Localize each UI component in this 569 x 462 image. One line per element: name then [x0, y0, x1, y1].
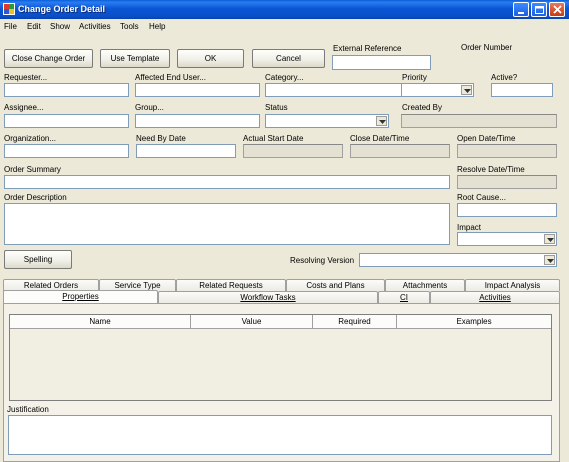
- tab-workflow-tasks[interactable]: Workflow Tasks: [158, 291, 378, 303]
- close-change-order-button[interactable]: Close Change Order: [4, 49, 93, 68]
- justification-textarea[interactable]: [8, 415, 552, 455]
- active-label: Active?: [491, 73, 518, 82]
- root-cause-label[interactable]: Root Cause...: [457, 193, 506, 202]
- column-header-required[interactable]: Required: [313, 315, 397, 329]
- minimize-button[interactable]: [513, 2, 529, 17]
- group-field[interactable]: [135, 114, 260, 128]
- window-title: Change Order Detail: [18, 4, 106, 14]
- justification-label: Justification: [7, 405, 49, 414]
- title-bar: Change Order Detail: [0, 0, 569, 19]
- impact-label: Impact: [457, 223, 482, 232]
- impact-dropdown[interactable]: [457, 232, 557, 246]
- external-reference-label: External Reference: [333, 44, 402, 53]
- tab-activities[interactable]: Activities: [430, 291, 560, 303]
- menu-tools[interactable]: Tools: [120, 22, 139, 31]
- organization-label[interactable]: Organization...: [4, 134, 56, 143]
- column-header-examples[interactable]: Examples: [397, 315, 551, 329]
- created-by-label: Created By: [402, 103, 443, 112]
- tab-impact-analysis[interactable]: Impact Analysis: [465, 279, 560, 291]
- chevron-down-icon[interactable]: [544, 255, 555, 265]
- maximize-button[interactable]: [531, 2, 547, 17]
- order-number-label: Order Number: [461, 43, 513, 52]
- tab-ci[interactable]: CI: [378, 291, 430, 303]
- close-icon: [553, 5, 562, 14]
- active-field[interactable]: [491, 83, 553, 97]
- cancel-button[interactable]: Cancel: [252, 49, 325, 68]
- chevron-down-icon[interactable]: [461, 85, 472, 95]
- app-icon: [3, 3, 15, 15]
- root-cause-field[interactable]: [457, 203, 557, 217]
- menu-file[interactable]: File: [4, 22, 17, 31]
- resolve-date-time-label: Resolve Date/Time: [457, 165, 525, 174]
- tab-costs-and-plans[interactable]: Costs and Plans: [286, 279, 385, 291]
- column-header-value[interactable]: Value: [191, 315, 313, 329]
- resolve-date-time-field: [457, 175, 557, 189]
- actual-start-date-label: Actual Start Date: [243, 134, 304, 143]
- maximize-icon: [535, 6, 544, 14]
- column-header-name[interactable]: Name: [10, 315, 191, 329]
- close-window-button[interactable]: [549, 2, 565, 17]
- chevron-down-icon[interactable]: [544, 234, 555, 244]
- category-label[interactable]: Category...: [265, 73, 304, 82]
- tab-properties[interactable]: Properties: [3, 290, 158, 303]
- requester-field[interactable]: [4, 83, 129, 97]
- actual-start-date-field: [243, 144, 343, 158]
- tab-ci-label: CI: [400, 293, 408, 302]
- status-dropdown[interactable]: [265, 114, 389, 128]
- created-by-field: [401, 114, 557, 128]
- affected-end-user-field[interactable]: [135, 83, 260, 97]
- properties-table[interactable]: Name Value Required Examples: [9, 314, 552, 401]
- chevron-down-icon[interactable]: [376, 116, 387, 126]
- affected-end-user-label[interactable]: Affected End User...: [135, 73, 206, 82]
- menu-bar: File Edit Show Activities Tools Help: [0, 19, 569, 35]
- assignee-label[interactable]: Assignee...: [4, 103, 44, 112]
- assignee-field[interactable]: [4, 114, 129, 128]
- priority-dropdown[interactable]: [401, 83, 474, 97]
- menu-activities[interactable]: Activities: [79, 22, 111, 31]
- open-date-time-field: [457, 144, 557, 158]
- organization-field[interactable]: [4, 144, 129, 158]
- resolving-version-label: Resolving Version: [290, 256, 355, 265]
- tab-properties-label: Properties: [62, 292, 99, 301]
- spelling-button[interactable]: Spelling: [4, 250, 72, 269]
- tab-workflow-tasks-label: Workflow Tasks: [240, 293, 296, 302]
- menu-show[interactable]: Show: [50, 22, 70, 31]
- close-date-time-field: [350, 144, 450, 158]
- priority-label: Priority: [402, 73, 427, 82]
- external-reference-field[interactable]: [332, 55, 431, 70]
- group-label[interactable]: Group...: [135, 103, 164, 112]
- close-date-time-label: Close Date/Time: [350, 134, 410, 143]
- use-template-button[interactable]: Use Template: [100, 49, 170, 68]
- change-order-window: Change Order Detail File Edit Show Activ…: [0, 0, 569, 462]
- resolving-version-dropdown[interactable]: [359, 253, 557, 267]
- menu-edit[interactable]: Edit: [27, 22, 41, 31]
- menu-help[interactable]: Help: [149, 22, 165, 31]
- tab-activities-label: Activities: [479, 293, 511, 302]
- order-description-label: Order Description: [4, 193, 67, 202]
- need-by-date-label: Need By Date: [136, 134, 186, 143]
- requester-label[interactable]: Requester...: [4, 73, 47, 82]
- order-summary-label: Order Summary: [4, 165, 61, 174]
- tab-attachments[interactable]: Attachments: [385, 279, 465, 291]
- order-summary-field[interactable]: [4, 175, 450, 189]
- order-description-textarea[interactable]: [4, 203, 450, 245]
- status-label: Status: [265, 103, 288, 112]
- open-date-time-label: Open Date/Time: [457, 134, 516, 143]
- minimize-icon: [518, 12, 524, 14]
- tab-related-requests[interactable]: Related Requests: [176, 279, 286, 291]
- ok-button[interactable]: OK: [177, 49, 244, 68]
- need-by-date-field[interactable]: [136, 144, 236, 158]
